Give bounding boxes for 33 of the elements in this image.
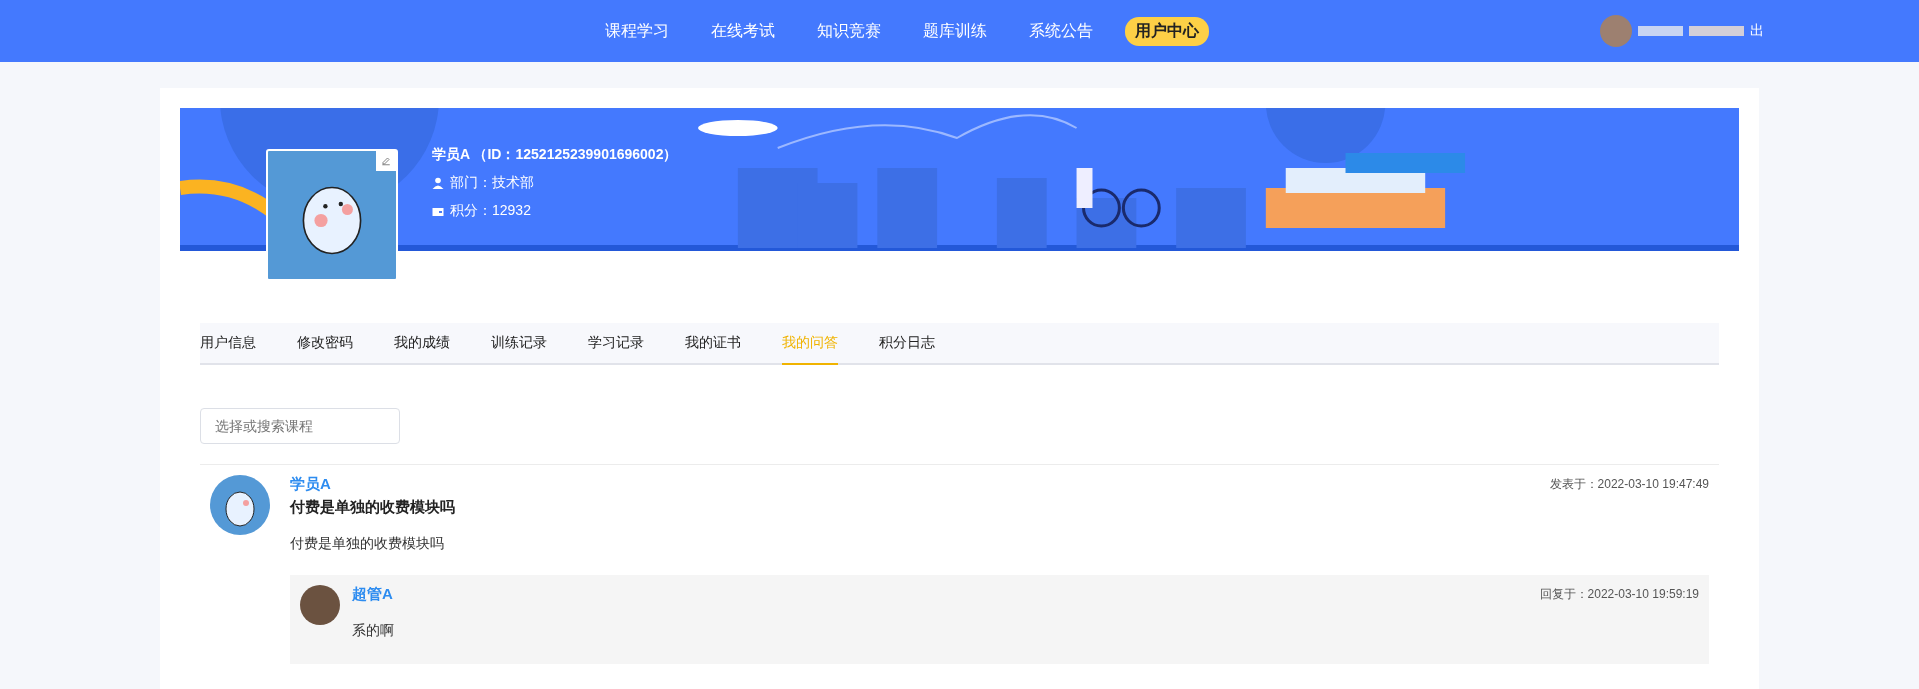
reply-time: 回复于：2022-03-10 19:59:19: [1539, 586, 1699, 603]
question-body: 付费是单独的收费模块吗: [290, 535, 445, 553]
nav-link[interactable]: 题库训练: [913, 16, 997, 46]
post-time: 发表于：2022-03-10 19:47:49: [1549, 476, 1709, 493]
reply-text: 系的啊: [352, 622, 395, 640]
nav-link[interactable]: 知识竞赛: [807, 16, 891, 46]
person-icon: [432, 177, 444, 189]
nav-link[interactable]: 用户中心: [1125, 16, 1209, 46]
author-avatar: [210, 475, 270, 535]
question-title: 付费是单独的收费模块吗: [290, 498, 456, 517]
user-avatar[interactable]: [1600, 15, 1632, 47]
profile-tab[interactable]: 我的证书: [685, 323, 741, 365]
profile-tab[interactable]: 训练记录: [491, 323, 547, 365]
nav-link[interactable]: 在线考试: [701, 16, 785, 46]
department-text: 部门：技术部: [450, 174, 534, 192]
replier-name[interactable]: 超管A: [352, 585, 393, 604]
nav-link[interactable]: 课程学习: [595, 16, 679, 46]
course-search-field[interactable]: 选择或搜索课程: [200, 408, 400, 444]
profile-tab[interactable]: 我的成绩: [394, 323, 450, 365]
points-text: 积分：12932: [450, 202, 531, 220]
profile-tab[interactable]: 修改密码: [297, 323, 353, 365]
wallet-icon: [432, 205, 444, 217]
profile-tab[interactable]: 用户信息: [200, 323, 256, 365]
blurred-text: [1689, 26, 1744, 36]
profile-tab[interactable]: 学习记录: [588, 323, 644, 365]
user-name-id: 学员A （ID：1252125239901696002）: [432, 146, 678, 164]
nav-link[interactable]: 系统公告: [1019, 16, 1103, 46]
blurred-username: [1638, 26, 1683, 36]
author-name[interactable]: 学员A: [290, 475, 331, 494]
logout-link[interactable]: 出: [1750, 22, 1764, 40]
replier-avatar: [300, 585, 340, 625]
edit-icon[interactable]: [376, 151, 396, 171]
profile-tab[interactable]: 积分日志: [879, 323, 935, 365]
